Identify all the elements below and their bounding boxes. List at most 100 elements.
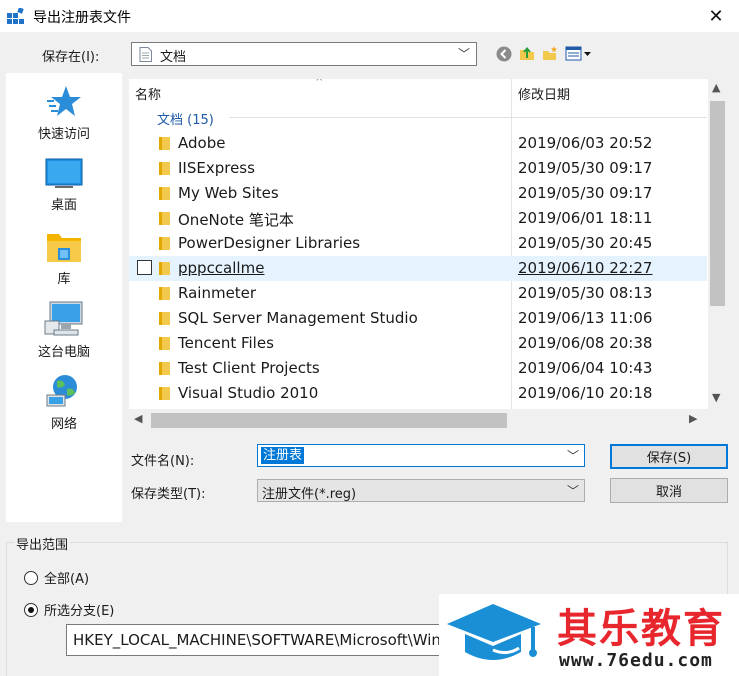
place-label: 快速访问: [37, 127, 90, 142]
folder-icon: [159, 162, 170, 175]
place-label: 网络: [50, 417, 77, 432]
file-row[interactable]: Tencent Files 2019/06/08 20:38: [129, 331, 707, 356]
filetype-label: 保存类型(T):: [131, 487, 206, 502]
filename-value[interactable]: 注册表: [261, 447, 305, 464]
file-list[interactable]: ^ 名称 修改日期 文档 (15) Adobe 2019/06/03 20:52 I…: [129, 79, 727, 432]
place-label: 桌面: [50, 198, 77, 213]
file-name: Test Client Projects: [178, 359, 320, 377]
file-row[interactable]: PowerDesigner Libraries 2019/05/30 20:45: [129, 231, 707, 256]
export-range-title: 导出范围: [14, 534, 71, 553]
watermark: 其乐教育 www.76edu.com: [439, 594, 739, 676]
radio-selected-branch[interactable]: 所选分支(E): [24, 600, 114, 619]
filename-label: 文件名(N):: [131, 454, 195, 469]
place-quick-access[interactable]: 快速访问: [6, 85, 122, 142]
folder-icon: [159, 362, 170, 375]
scroll-down-icon[interactable]: ▼: [712, 391, 720, 404]
file-row[interactable]: Visual Studio 2010 2019/06/10 20:18: [129, 381, 707, 406]
place-label: 库: [57, 272, 71, 287]
chevron-down-icon: ﹀: [457, 47, 470, 61]
sort-ascending-icon: ^: [315, 79, 324, 88]
star-icon: [47, 86, 81, 116]
radio-all-indicator[interactable]: [24, 570, 38, 585]
file-name: Visual Studio 2010: [178, 384, 319, 402]
file-date: 2019/06/10 22:27: [518, 259, 653, 277]
documents-icon: [139, 47, 152, 62]
radio-all[interactable]: 全部(A): [24, 568, 89, 587]
filetype-select[interactable]: 注册文件(*.reg) ﹀: [257, 479, 585, 502]
radio-selected-label: 所选分支(E): [44, 604, 115, 619]
filetype-value: 注册文件(*.reg): [262, 487, 357, 502]
file-name: PowerDesigner Libraries: [178, 234, 361, 252]
file-date: 2019/05/30 08:13: [518, 284, 653, 302]
file-row[interactable]: IISExpress 2019/05/30 09:17: [129, 156, 707, 181]
up-folder-icon[interactable]: [518, 45, 536, 63]
cancel-button[interactable]: 取消: [610, 478, 728, 503]
desktop-icon: [45, 158, 83, 188]
scrollbar-corner: [708, 409, 727, 432]
place-network[interactable]: 网络: [6, 373, 122, 432]
folder-icon: [159, 187, 170, 200]
close-icon: ✕: [708, 5, 724, 27]
chevron-down-icon[interactable]: ﹀: [567, 447, 579, 464]
place-desktop[interactable]: 桌面: [6, 158, 122, 213]
save-button[interactable]: 保存(S): [610, 444, 728, 469]
scroll-left-icon[interactable]: ◀: [134, 412, 142, 425]
place-libraries[interactable]: 库: [6, 228, 122, 287]
library-icon: [47, 234, 81, 262]
file-row[interactable]: My Web Sites 2019/05/30 09:17: [129, 181, 707, 206]
radio-all-label: 全部(A): [44, 572, 90, 587]
file-row[interactable]: Rainmeter 2019/05/30 08:13: [129, 281, 707, 306]
save-in-label: 保存在(I):: [42, 50, 100, 65]
file-date: 2019/05/30 09:17: [518, 184, 653, 202]
scroll-right-icon[interactable]: ▶: [689, 412, 697, 425]
window-title: 导出注册表文件: [33, 10, 131, 26]
group-header[interactable]: 文档 (15): [157, 109, 214, 128]
network-icon: [46, 375, 77, 407]
file-name: SQL Server Management Studio: [178, 309, 418, 327]
filename-input[interactable]: 注册表 ﹀: [257, 444, 585, 467]
file-name: pppccallme: [178, 259, 265, 277]
back-icon[interactable]: [495, 45, 513, 63]
file-row[interactable]: pppccallme 2019/06/10 22:27: [129, 256, 707, 281]
file-date: 2019/06/04 10:43: [518, 359, 653, 377]
file-row[interactable]: OneNote 笔记本 2019/06/01 18:11: [129, 206, 707, 231]
folder-icon: [159, 137, 170, 150]
row-checkbox[interactable]: [137, 260, 152, 275]
file-name: Tencent Files: [178, 334, 274, 352]
file-name: OneNote 笔记本: [178, 211, 294, 229]
vertical-scroll-thumb[interactable]: [710, 101, 725, 306]
watermark-title: 其乐教育: [557, 606, 725, 652]
column-header-name[interactable]: 名称: [135, 84, 161, 111]
file-name: IISExpress: [178, 159, 255, 177]
place-this-pc[interactable]: 这台电脑: [6, 301, 122, 360]
file-date: 2019/06/01 18:11: [518, 209, 653, 227]
save-in-select[interactable]: 文档 ﹀: [131, 42, 477, 66]
file-date: 2019/06/13 11:06: [518, 309, 653, 327]
file-date: 2019/05/30 09:17: [518, 159, 653, 177]
file-date: 2019/06/10 20:18: [518, 384, 653, 402]
folder-icon: [159, 212, 170, 225]
horizontal-scroll-thumb[interactable]: [151, 413, 507, 428]
places-bar: 快速访问 桌面 库 这台电脑 网络: [6, 73, 122, 522]
column-header-date[interactable]: 修改日期: [518, 84, 570, 111]
group-divider: [229, 117, 707, 118]
file-date: 2019/06/03 20:52: [518, 134, 653, 152]
file-date: 2019/05/30 20:45: [518, 234, 653, 252]
scroll-up-icon[interactable]: ▲: [712, 81, 720, 94]
horizontal-scrollbar[interactable]: ◀ ▶: [129, 409, 708, 432]
folder-icon: [159, 287, 170, 300]
place-label: 这台电脑: [37, 345, 90, 360]
radio-selected-indicator[interactable]: [24, 602, 38, 617]
save-in-value: 文档: [160, 50, 187, 65]
title-bar: 导出注册表文件 ✕: [0, 0, 739, 32]
view-menu-icon[interactable]: [565, 45, 593, 63]
file-name: Adobe: [178, 134, 226, 152]
file-row[interactable]: Adobe 2019/06/03 20:52: [129, 131, 707, 156]
new-folder-icon[interactable]: [541, 45, 559, 63]
watermark-url: www.76edu.com: [559, 650, 713, 671]
close-button[interactable]: ✕: [693, 0, 739, 32]
file-row[interactable]: SQL Server Management Studio 2019/06/13 1…: [129, 306, 707, 331]
file-row[interactable]: Test Client Projects 2019/06/04 10:43: [129, 356, 707, 381]
vertical-scrollbar[interactable]: ▲ ▼: [708, 79, 727, 409]
graduation-cap-icon: [447, 604, 541, 660]
